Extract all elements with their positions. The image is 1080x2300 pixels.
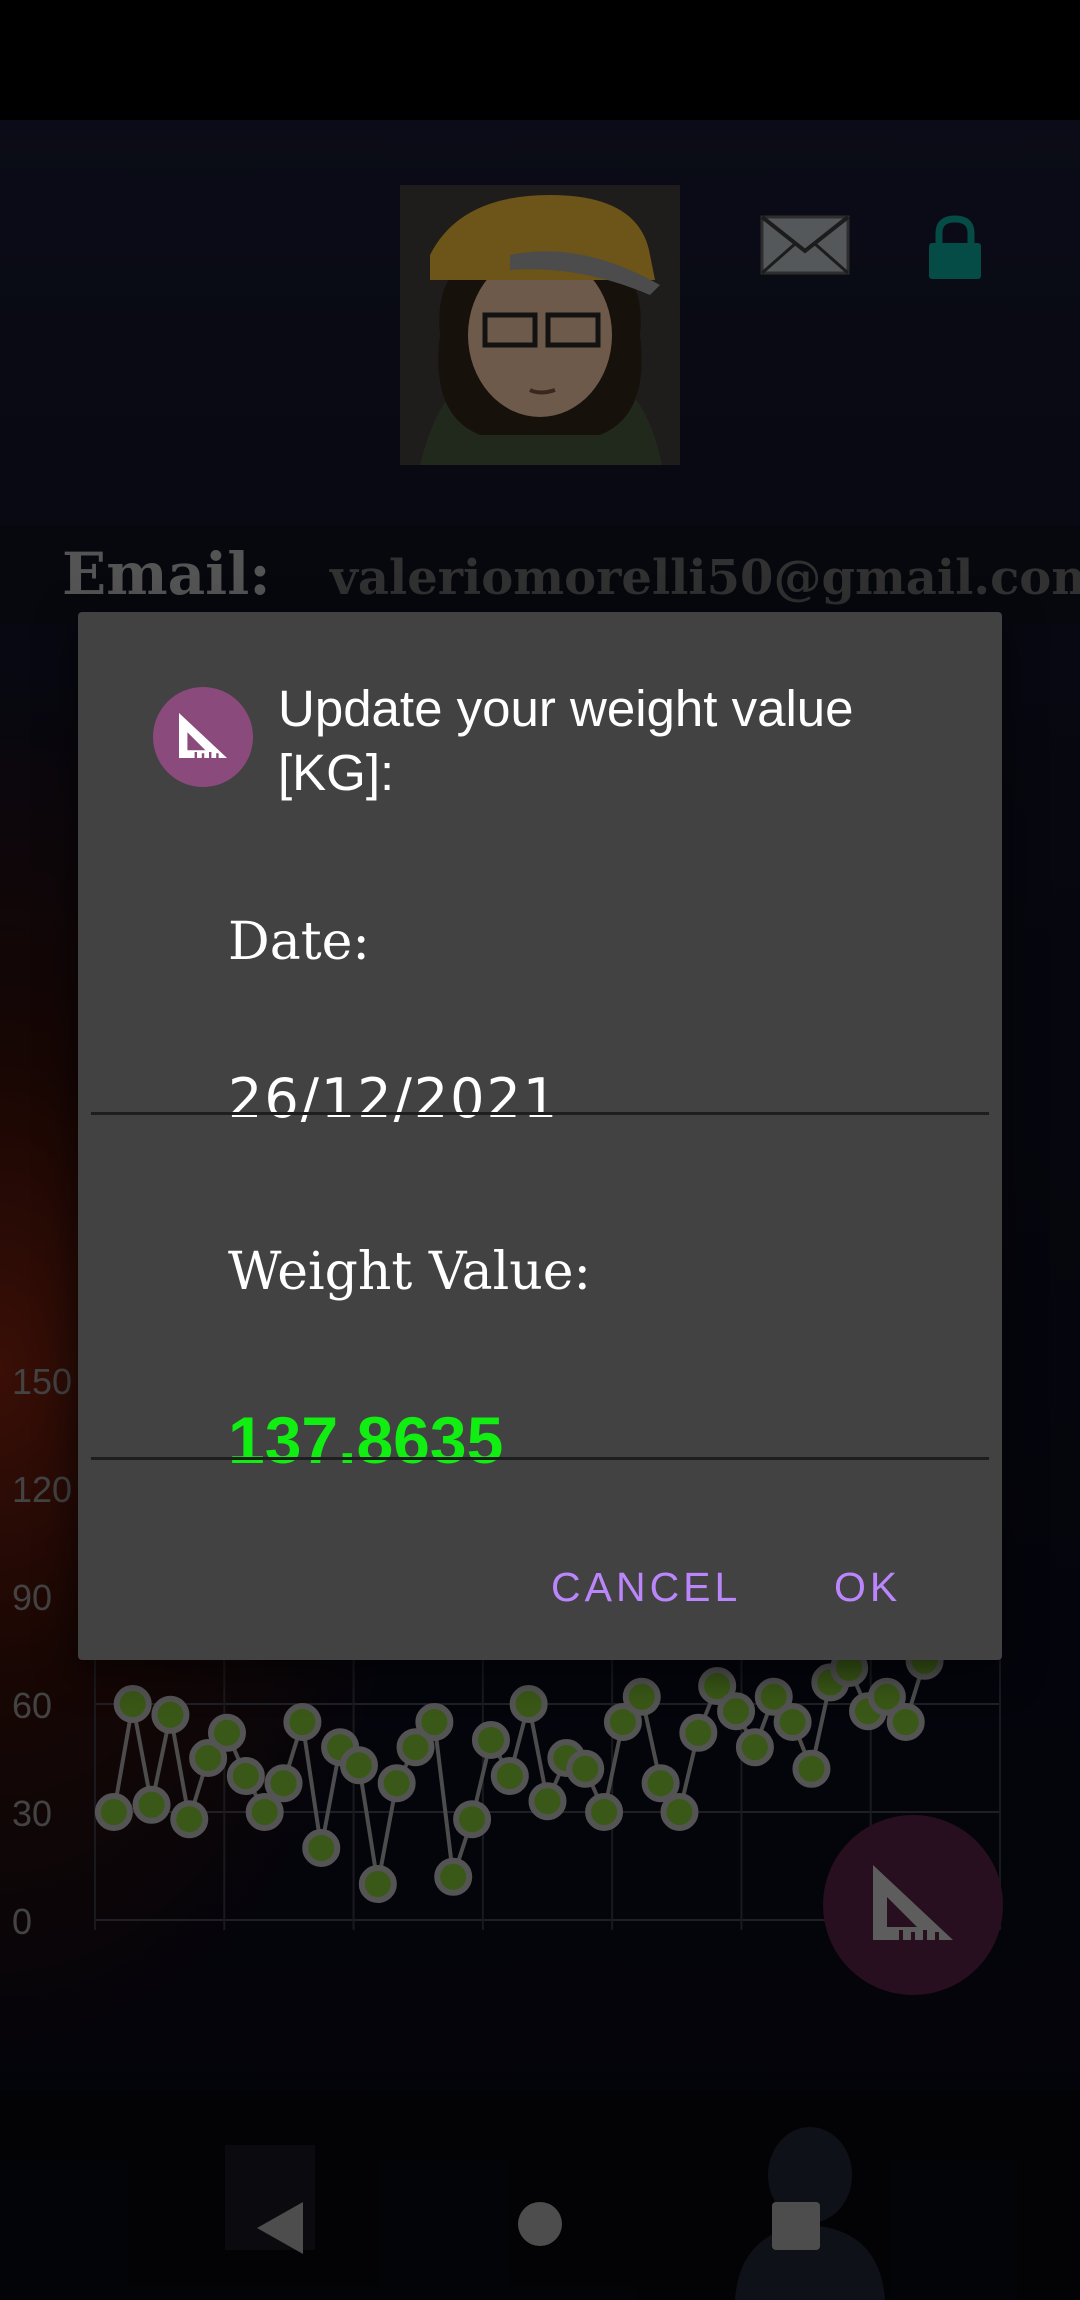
email-value: valeriomorelli50@gmail.com xyxy=(330,550,1080,606)
ok-button[interactable]: OK xyxy=(834,1552,901,1622)
chart-point xyxy=(226,1757,265,1795)
email-label: Email: xyxy=(62,540,271,608)
weight-field-underline xyxy=(91,1457,989,1460)
chart-point xyxy=(509,1685,548,1723)
back-icon[interactable] xyxy=(255,2200,305,2256)
chart-y-tick-label: 0 xyxy=(12,1901,32,1942)
chart-point xyxy=(585,1793,624,1831)
chart-point xyxy=(415,1703,454,1741)
chart-y-tick-label: 30 xyxy=(12,1793,52,1834)
chart-point xyxy=(717,1692,756,1731)
chart-point xyxy=(641,1764,680,1803)
chart-point xyxy=(283,1703,322,1741)
status-bar xyxy=(0,0,1080,120)
lock-icon[interactable] xyxy=(925,215,985,280)
chart-point xyxy=(773,1703,812,1741)
chart-point xyxy=(792,1749,831,1788)
chart-point xyxy=(170,1800,209,1839)
chart-point xyxy=(471,1721,510,1759)
add-weight-fab[interactable] xyxy=(823,1815,1003,1995)
chart-point xyxy=(207,1713,246,1752)
set-square-ruler-icon xyxy=(179,713,227,758)
chart-point xyxy=(245,1793,284,1831)
chart-y-tick-label: 150 xyxy=(12,1361,72,1402)
avatar[interactable] xyxy=(400,185,680,465)
weight-value-input[interactable]: 137.8635 xyxy=(228,1402,503,1478)
chart-point xyxy=(151,1695,190,1734)
chart-point xyxy=(302,1829,341,1867)
chart-point xyxy=(453,1800,492,1839)
mail-icon[interactable] xyxy=(760,215,850,275)
set-square-ruler-icon xyxy=(873,1865,953,1940)
chart-point xyxy=(377,1764,416,1803)
chart-y-tick-label: 60 xyxy=(12,1685,52,1726)
chart-point xyxy=(358,1865,397,1903)
chart-point xyxy=(264,1764,303,1803)
dialog-title: Update your weight value [KG]: xyxy=(278,680,854,801)
weight-label: Weight Value: xyxy=(228,1242,592,1302)
chart-y-tick-label: 90 xyxy=(12,1577,52,1618)
chart-point xyxy=(528,1782,567,1821)
chart-point xyxy=(132,1785,171,1824)
update-weight-dialog: Update your weight value [KG]: Date: 26/… xyxy=(78,612,1002,1660)
chart-point xyxy=(679,1713,718,1752)
date-label: Date: xyxy=(228,912,370,972)
date-field-underline xyxy=(91,1112,989,1115)
chart-point xyxy=(113,1685,152,1723)
chart-point xyxy=(94,1793,133,1831)
chart-point xyxy=(490,1757,529,1795)
recents-icon[interactable] xyxy=(772,2202,820,2250)
chart-point xyxy=(566,1749,605,1788)
cancel-button[interactable]: CANCEL xyxy=(551,1552,741,1622)
navigation-bar xyxy=(0,2090,1080,2300)
chart-point xyxy=(735,1728,774,1767)
home-icon[interactable] xyxy=(518,2202,562,2246)
date-field[interactable]: 26/12/2021 xyxy=(228,1067,559,1130)
chart-point xyxy=(339,1746,378,1785)
dialog-icon xyxy=(153,687,253,787)
chart-y-tick-label: 120 xyxy=(12,1469,72,1510)
chart-point xyxy=(886,1703,925,1741)
chart-point xyxy=(622,1677,661,1716)
chart-point xyxy=(434,1857,473,1896)
chart-point xyxy=(660,1793,699,1831)
